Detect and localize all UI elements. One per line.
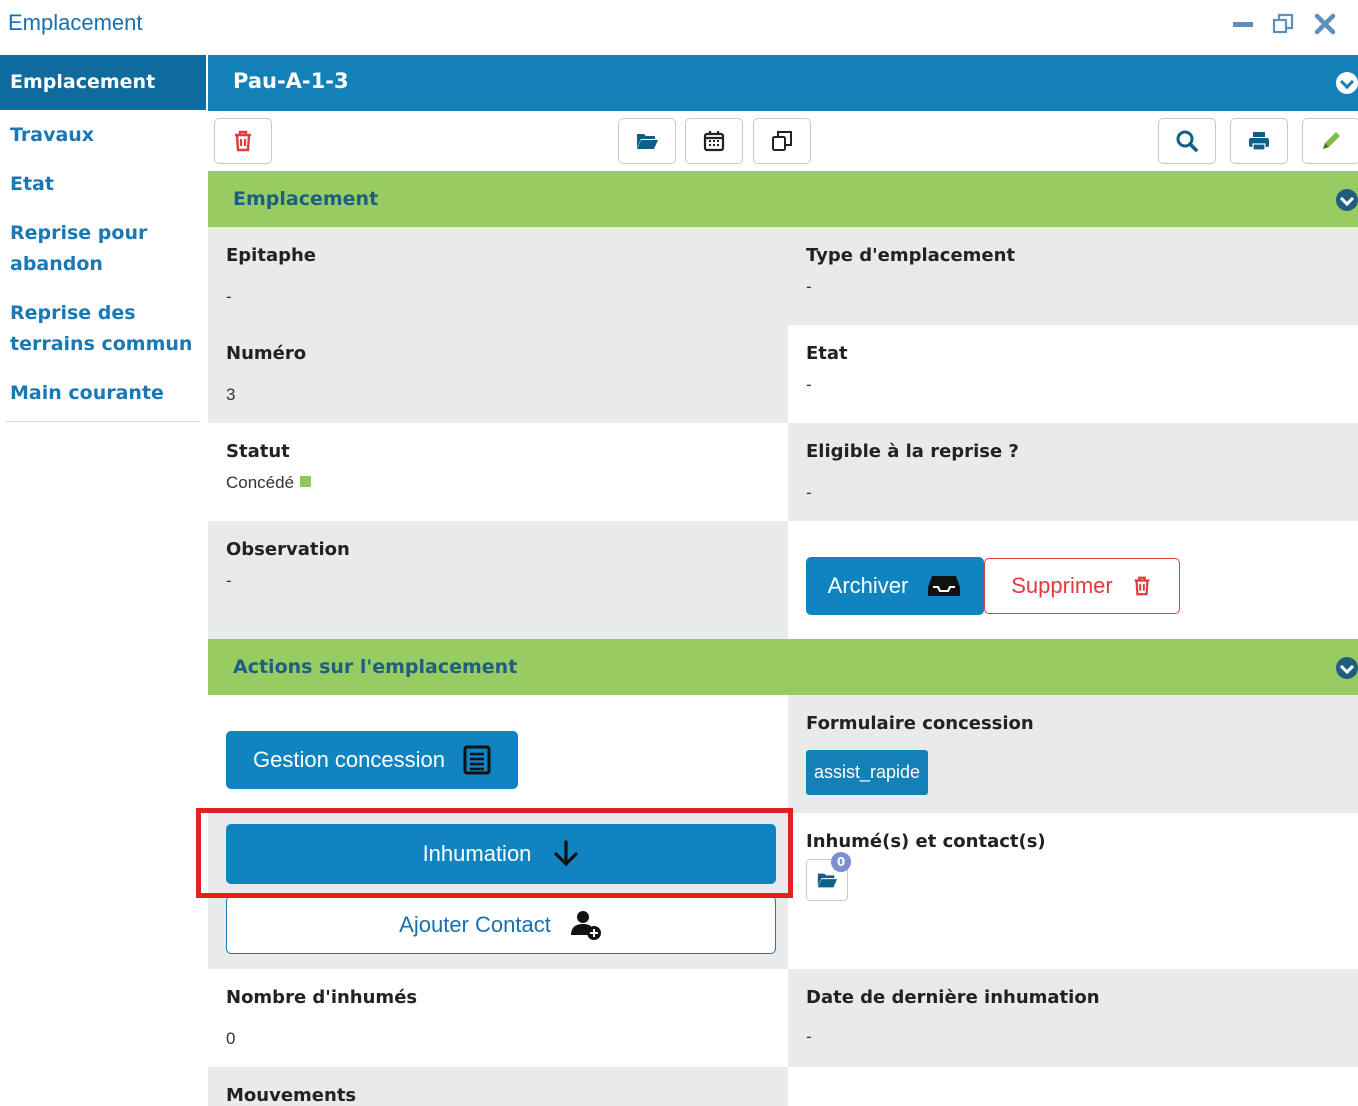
restore-window-icon[interactable] — [1270, 12, 1296, 43]
collapse-header-icon[interactable] — [1336, 72, 1358, 94]
search-icon — [1176, 130, 1198, 152]
delete-button[interactable]: Supprimer — [984, 558, 1180, 614]
arrow-down-icon — [553, 840, 579, 868]
calendar-icon — [703, 131, 725, 152]
inhumes-label: Inhumé(s) et contact(s) — [806, 831, 1046, 852]
formulaire-cell: Formulaire concession assist_rapide — [788, 695, 1358, 813]
field-label: Date de dernière inhumation — [806, 987, 1100, 1008]
sidebar-item-reprise-abandon[interactable]: Reprise pour abandon — [0, 212, 206, 286]
collapse-section-icon[interactable] — [1336, 189, 1358, 211]
field-value: - — [806, 1027, 812, 1046]
inbox-icon — [926, 573, 962, 599]
field-epitaphe: Epitaphe - — [208, 227, 788, 325]
field-value: - — [226, 571, 232, 590]
field-value: - — [226, 287, 232, 306]
inhumes-cell: Inhumé(s) et contact(s) 0 — [788, 813, 1358, 969]
field-label: Nombre d'inhumés — [226, 987, 418, 1008]
empty-cell — [788, 1067, 1358, 1106]
gestion-concession-button[interactable]: Gestion concession — [226, 731, 518, 789]
copy-button[interactable] — [753, 118, 811, 164]
field-statut: Statut Concédé — [208, 423, 788, 521]
sidebar-divider — [6, 421, 200, 422]
field-mouvements: Mouvements — [208, 1067, 788, 1106]
field-value: 0 — [226, 1029, 236, 1048]
search-button[interactable] — [1158, 118, 1216, 164]
field-eligible: Eligible à la reprise ? - — [788, 423, 1358, 521]
open-folder-button[interactable] — [618, 118, 676, 164]
record-actions: Archiver Supprimer — [788, 521, 1358, 639]
section-actions-title: Actions sur l'emplacement — [233, 656, 518, 678]
inhumation-button[interactable]: Inhumation — [226, 824, 776, 884]
sidebar-item-main-courante[interactable]: Main courante — [0, 372, 206, 415]
delete-label: Supprimer — [1011, 573, 1113, 598]
print-button[interactable] — [1230, 118, 1288, 164]
field-label: Epitaphe — [226, 245, 317, 266]
field-label: Observation — [226, 539, 350, 560]
pencil-icon — [1323, 132, 1340, 149]
field-label: Eligible à la reprise ? — [806, 441, 1019, 462]
field-label: Mouvements — [226, 1085, 357, 1106]
folder-open-icon — [817, 873, 838, 888]
folder-open-icon — [637, 134, 658, 149]
archive-button[interactable]: Archiver — [806, 557, 984, 615]
collapse-section-icon[interactable] — [1336, 657, 1358, 679]
status-indicator-icon — [300, 476, 312, 487]
ajouter-contact-label: Ajouter Contact — [399, 912, 551, 937]
record-header: Pau-A-1-3 — [208, 55, 1358, 111]
trash-icon — [235, 130, 251, 152]
inhumes-folder-button[interactable]: 0 — [806, 852, 851, 901]
field-label: Etat — [806, 343, 848, 364]
window-title: Emplacement — [8, 10, 143, 35]
archive-label: Archiver — [827, 573, 909, 598]
section-actions-header[interactable]: Actions sur l'emplacement — [208, 639, 1358, 695]
field-value: - — [806, 375, 812, 394]
sidebar-item-reprise-terrains[interactable]: Reprise des terrains commun — [0, 292, 206, 366]
field-value: - — [806, 277, 812, 296]
copy-icon — [772, 131, 792, 151]
field-date-derniere: Date de dernière inhumation - — [788, 969, 1358, 1067]
minimize-icon[interactable] — [1230, 12, 1256, 37]
sidebar-item-emplacement[interactable]: Emplacement — [0, 55, 206, 110]
inhumation-label: Inhumation — [422, 841, 532, 866]
calendar-button[interactable] — [685, 118, 743, 164]
field-observation: Observation - — [208, 521, 788, 639]
trash-icon — [1131, 574, 1153, 598]
add-user-icon — [569, 909, 603, 941]
delete-record-button[interactable] — [214, 118, 272, 164]
ajouter-contact-button[interactable]: Ajouter Contact — [226, 896, 776, 954]
count-badge: 0 — [831, 852, 851, 872]
section-emplacement-header[interactable]: Emplacement — [208, 171, 1358, 227]
inhumation-cell: Inhumation Ajouter Contact — [208, 813, 788, 969]
formulaire-label: Formulaire concession — [806, 713, 1034, 734]
field-value: Concédé — [226, 473, 312, 493]
sidebar: Emplacement Travaux Etat Reprise pour ab… — [0, 55, 206, 422]
edit-button[interactable] — [1302, 118, 1358, 164]
field-nombre-inhumes: Nombre d'inhumés 0 — [208, 969, 788, 1067]
field-value: - — [806, 483, 812, 502]
field-etat: Etat - — [788, 325, 1358, 423]
field-numero: Numéro 3 — [208, 325, 788, 423]
field-type-emplacement: Type d'emplacement - — [788, 227, 1358, 325]
toolbar — [208, 111, 1358, 171]
section-emplacement-title: Emplacement — [233, 188, 379, 210]
formulaire-tag[interactable]: assist_rapide — [806, 750, 929, 795]
field-value: 3 — [226, 385, 236, 404]
gestion-cell: Gestion concession — [208, 695, 788, 813]
statut-value: Concédé — [226, 473, 295, 492]
field-label: Statut — [226, 441, 290, 462]
main-panel: Pau-A-1-3 Emplacement Epitaphe - Type d'… — [208, 55, 1358, 1106]
window-titlebar: Emplacement — [0, 0, 1358, 52]
document-icon — [463, 745, 491, 775]
record-title: Pau-A-1-3 — [233, 69, 349, 93]
gestion-label: Gestion concession — [253, 747, 445, 772]
field-label: Type d'emplacement — [806, 245, 1016, 266]
field-label: Numéro — [226, 343, 307, 364]
sidebar-item-travaux[interactable]: Travaux — [0, 114, 206, 157]
close-icon[interactable] — [1312, 12, 1338, 43]
sidebar-item-etat[interactable]: Etat — [0, 163, 206, 206]
print-icon — [1249, 132, 1269, 151]
